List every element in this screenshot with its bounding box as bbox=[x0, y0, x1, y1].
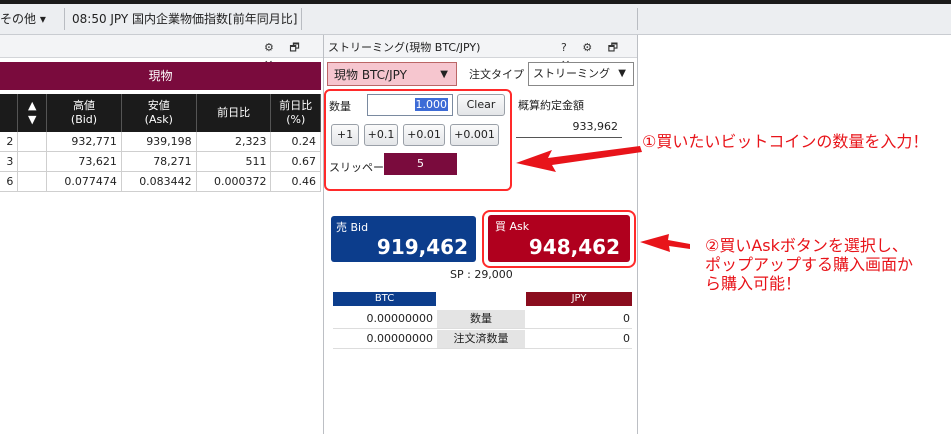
increment-0.001-button[interactable]: +0.001 bbox=[450, 124, 499, 146]
table-cell: 511 bbox=[196, 151, 272, 172]
table-cell bbox=[17, 171, 48, 192]
news-ticker[interactable]: 08:50 JPY 国内企業物価指数[前年同月比] bbox=[72, 8, 297, 30]
order-type-select[interactable]: ストリーミング ▼ bbox=[528, 62, 634, 86]
divider bbox=[516, 137, 622, 138]
jpy-amount: 0 bbox=[623, 312, 630, 325]
table-row[interactable]: 2 932,771 939,198 2,323 0.24 bbox=[0, 132, 321, 152]
btc-amount: 0.00000000 bbox=[366, 332, 433, 345]
spread-value: SP : 29,000 bbox=[450, 268, 513, 281]
quantity-input[interactable]: 1.000 bbox=[367, 94, 453, 116]
annotation-quantity-note: ①買いたいビットコインの数量を入力！ bbox=[642, 132, 929, 151]
column-header-low[interactable]: 安値 (Ask) bbox=[121, 94, 197, 132]
header-label: 前日比 bbox=[217, 106, 251, 119]
jpy-amount: 0 bbox=[623, 332, 630, 345]
btc-amount: 0.00000000 bbox=[366, 312, 433, 325]
rates-panel-header: ⚙ 🗗 ✕ bbox=[0, 35, 323, 71]
order-panel-header: ストリーミング(現物 BTC/JPY) ? ⚙ 🗗 ✕ bbox=[324, 35, 637, 71]
btc-column-header: BTC bbox=[333, 292, 436, 306]
table-cell bbox=[17, 151, 48, 172]
ask-price: 948,462 bbox=[528, 235, 620, 259]
table-cell: 2 bbox=[0, 132, 19, 152]
column-header-high[interactable]: 高値 (Bid) bbox=[46, 94, 122, 132]
order-panel-title: ストリーミング(現物 BTC/JPY) bbox=[328, 41, 481, 54]
slippage-input[interactable]: 5 bbox=[384, 153, 457, 175]
position-row: 0.00000000 注文済数量 0 bbox=[333, 330, 632, 349]
table-cell: 78,271 bbox=[121, 151, 197, 172]
other-menu[interactable]: その他 ▾ bbox=[0, 8, 46, 30]
position-row: 0.00000000 数量 0 bbox=[333, 310, 632, 329]
table-cell bbox=[17, 132, 48, 152]
sort-column-header[interactable]: ▲ ▼ bbox=[17, 94, 48, 132]
table-cell: 73,621 bbox=[46, 151, 122, 172]
order-type-value: ストリーミング bbox=[533, 67, 610, 80]
annotation-ask-note-line3: ら購入可能！ bbox=[705, 274, 802, 293]
ask-label: 買 Ask bbox=[495, 220, 530, 233]
chevron-down-icon: ▼ bbox=[440, 69, 448, 80]
pair-select-value: 現物 BTC/JPY bbox=[334, 68, 407, 82]
annotation-ask-note-line1: ②買いAskボタンを選択し、 bbox=[705, 236, 908, 255]
table-cell: 0.077474 bbox=[46, 171, 122, 192]
toolbar-divider bbox=[64, 8, 65, 30]
increment-0.01-button[interactable]: +0.01 bbox=[403, 124, 445, 146]
panel-divider[interactable] bbox=[637, 35, 638, 434]
rates-table: ▲ ▼ 高値 (Bid) 安値 (Ask) 前日比 前日比 (%) 2 932,… bbox=[0, 94, 321, 192]
sort-arrows-icon: ▲ ▼ bbox=[27, 99, 37, 126]
title-strip bbox=[0, 0, 951, 4]
arrow-to-quantity bbox=[516, 146, 642, 172]
row-label: 数量 bbox=[437, 310, 525, 328]
header-label: 前日比 (%) bbox=[279, 99, 313, 126]
toolbar-divider bbox=[637, 8, 638, 30]
table-cell: 0.24 bbox=[270, 132, 321, 152]
bid-label: 売 Bid bbox=[336, 221, 369, 234]
table-cell: 3 bbox=[0, 151, 19, 172]
table-cell: 932,771 bbox=[46, 132, 122, 152]
table-cell: 6 bbox=[0, 171, 19, 192]
quantity-label: 数量 bbox=[329, 100, 351, 113]
top-toolbar: その他 ▾ 08:50 JPY 国内企業物価指数[前年同月比] bbox=[0, 0, 951, 35]
column-header-change-pct[interactable]: 前日比 (%) bbox=[270, 94, 321, 132]
table-cell: 2,323 bbox=[196, 132, 272, 152]
table-cell: 939,198 bbox=[121, 132, 197, 152]
chevron-down-icon: ▼ bbox=[618, 68, 626, 79]
table-cell: 0.46 bbox=[270, 171, 321, 192]
table-cell: 0.000372 bbox=[196, 171, 272, 192]
estimated-amount-label: 概算約定金額 bbox=[518, 99, 584, 112]
bid-price: 919,462 bbox=[376, 235, 468, 259]
clear-button[interactable]: Clear bbox=[457, 94, 505, 116]
jpy-column-header: JPY bbox=[526, 292, 632, 306]
quantity-value: 1.000 bbox=[414, 98, 448, 111]
sell-bid-button[interactable]: 売 Bid 919,462 bbox=[331, 216, 476, 262]
currency-pair-select[interactable]: 現物 BTC/JPY ▼ bbox=[327, 62, 457, 86]
column-header-change[interactable]: 前日比 bbox=[196, 94, 272, 132]
table-row[interactable]: 6 0.077474 0.083442 0.000372 0.46 bbox=[0, 171, 321, 192]
spot-section-tab[interactable]: 現物 bbox=[0, 62, 321, 90]
header-label: 安値 (Ask) bbox=[144, 99, 173, 126]
header-label: 高値 (Bid) bbox=[70, 99, 98, 126]
arrow-to-ask bbox=[640, 234, 690, 252]
order-type-label: 注文タイプ bbox=[469, 68, 524, 81]
table-row[interactable]: 3 73,621 78,271 511 0.67 bbox=[0, 151, 321, 172]
toolbar-divider bbox=[301, 8, 302, 30]
column-header bbox=[0, 94, 19, 132]
buy-ask-button[interactable]: 買 Ask 948,462 bbox=[488, 215, 630, 262]
annotation-ask-note-line2: ポップアップする購入画面か bbox=[705, 255, 914, 274]
increment-0.1-button[interactable]: +0.1 bbox=[364, 124, 398, 146]
increment-1-button[interactable]: +1 bbox=[331, 124, 359, 146]
table-cell: 0.083442 bbox=[121, 171, 197, 192]
estimated-amount-value: 933,962 bbox=[572, 120, 619, 133]
table-cell: 0.67 bbox=[270, 151, 321, 172]
row-label: 注文済数量 bbox=[437, 330, 525, 348]
